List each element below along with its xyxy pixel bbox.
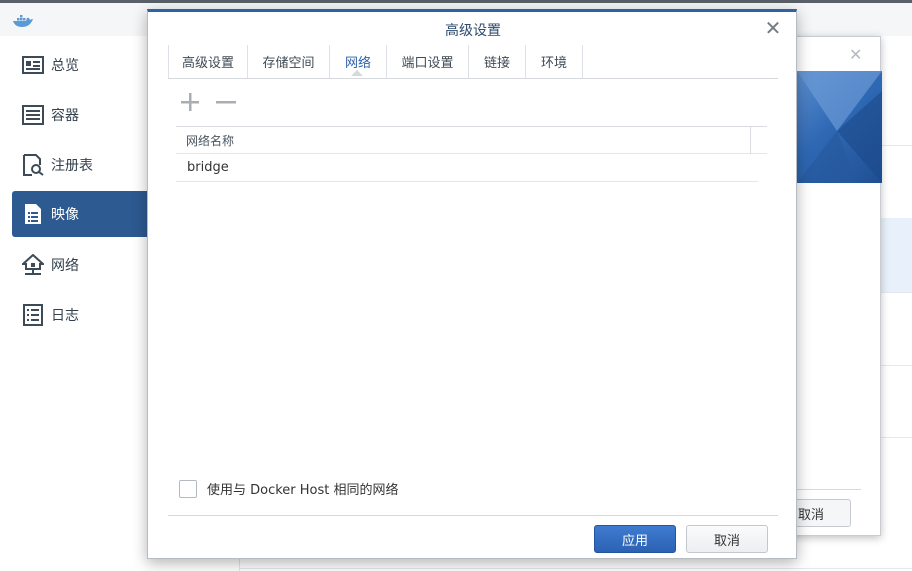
use-host-network-checkbox[interactable] <box>179 479 197 498</box>
divider <box>797 489 861 490</box>
table-header: 网络名称 <box>176 126 767 154</box>
tab-advanced[interactable]: 高级设置 <box>168 45 247 78</box>
container-icon <box>22 104 44 126</box>
overview-icon <box>22 54 44 76</box>
sidebar-item-label: 容器 <box>51 108 79 124</box>
add-button[interactable] <box>178 92 202 116</box>
use-host-network-option[interactable]: 使用与 Docker Host 相同的网络 <box>179 479 399 498</box>
advanced-settings-dialog: 高级设置 ✕ 高级设置 存储空间 网络 端口设置 链接 环境 网络名称 brid… <box>147 9 797 559</box>
sidebar-item-label: 注册表 <box>51 158 93 174</box>
tab-storage[interactable]: 存储空间 <box>247 45 329 78</box>
background-cancel-button[interactable]: 取消 <box>791 499 851 527</box>
remove-button[interactable] <box>214 92 238 116</box>
docker-logo-icon <box>12 13 34 29</box>
background-banner-image <box>797 71 882 183</box>
dialog-title: 高级设置 <box>445 23 501 39</box>
network-icon <box>22 254 44 276</box>
checkbox-label: 使用与 Docker Host 相同的网络 <box>207 483 399 498</box>
sidebar-item-label: 网络 <box>51 258 79 274</box>
divider <box>168 515 778 516</box>
divider <box>750 127 751 154</box>
image-icon <box>22 203 44 225</box>
sidebar-item-label: 日志 <box>51 308 79 324</box>
tab-environment[interactable]: 环境 <box>525 45 582 78</box>
tab-links[interactable]: 链接 <box>468 45 525 78</box>
minus-icon <box>215 92 237 116</box>
registry-icon <box>22 154 44 176</box>
network-table: 网络名称 bridge <box>176 126 767 182</box>
table-row[interactable]: bridge <box>176 154 758 182</box>
cancel-button[interactable]: 取消 <box>686 525 768 553</box>
tab-bar: 高级设置 存储空间 网络 端口设置 链接 环境 <box>168 45 778 79</box>
sidebar-item-label: 映像 <box>51 207 79 223</box>
log-icon <box>22 304 44 326</box>
divider <box>240 568 912 569</box>
close-icon[interactable]: ✕ <box>762 18 784 40</box>
active-tab-caret <box>351 70 363 76</box>
close-icon[interactable]: ✕ <box>849 45 862 64</box>
divider <box>582 45 583 78</box>
network-name-cell: bridge <box>187 160 229 175</box>
plus-icon <box>180 92 200 116</box>
column-header-network-name[interactable]: 网络名称 <box>186 132 234 149</box>
tab-port-settings[interactable]: 端口设置 <box>386 45 468 78</box>
apply-button[interactable]: 应用 <box>594 525 676 553</box>
sidebar-item-label: 总览 <box>51 58 79 74</box>
